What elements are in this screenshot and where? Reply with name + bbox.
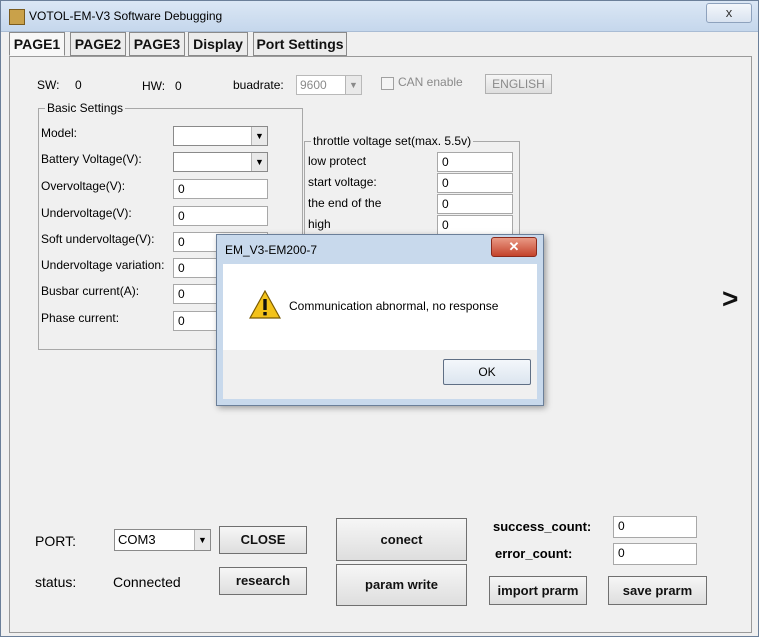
ok-button[interactable]: OK (443, 359, 531, 385)
battery-voltage-select[interactable]: ▼ (173, 152, 268, 172)
next-page-arrow[interactable]: > (722, 283, 738, 315)
high-field[interactable]: 0 (437, 215, 513, 235)
overvoltage-value: 0 (178, 182, 185, 196)
error-dialog: EM_V3-EM200-7 ✕ Communication abnormal, … (216, 234, 544, 406)
success-count-value: 0 (618, 519, 625, 533)
app-icon (9, 9, 25, 25)
status-value: Connected (113, 574, 181, 590)
tab-page2[interactable]: PAGE2 (70, 32, 126, 56)
busbar-current-label: Busbar current(A): (41, 284, 140, 298)
success-count-label: success_count: (493, 519, 592, 534)
status-label: status: (35, 574, 77, 590)
can-enable-label: CAN enable (398, 75, 463, 89)
undervoltage-label: Undervoltage(V): (41, 206, 132, 220)
dialog-title: EM_V3-EM200-7 (225, 243, 318, 257)
end-voltage-label: the end of the (308, 196, 382, 210)
port-value: COM3 (118, 532, 156, 547)
overvoltage-field[interactable]: 0 (173, 179, 268, 199)
hw-label: HW: (142, 79, 166, 93)
tab-page3[interactable]: PAGE3 (129, 32, 185, 56)
end-voltage-field[interactable]: 0 (437, 194, 513, 214)
success-count-field[interactable]: 0 (613, 516, 697, 538)
chevron-down-icon: ▼ (251, 127, 267, 145)
baudrate-select[interactable]: 9600 ▼ (296, 75, 362, 95)
low-protect-label: low protect (308, 154, 367, 168)
window-close-button[interactable]: x (706, 3, 752, 23)
tab-page1[interactable]: PAGE1 (9, 32, 65, 56)
low-protect-value: 0 (442, 155, 449, 169)
import-param-button[interactable]: import prarm (489, 576, 587, 605)
chevron-down-icon: ▼ (345, 76, 361, 94)
battery-voltage-label: Battery Voltage(V): (41, 152, 142, 166)
param-write-button[interactable]: param write (336, 564, 467, 606)
port-select[interactable]: COM3 ▼ (114, 529, 211, 551)
window-title: VOTOL-EM-V3 Software Debugging (29, 9, 223, 23)
baudrate-label: buadrate: (233, 78, 284, 92)
undervoltage-field[interactable]: 0 (173, 206, 268, 226)
model-select[interactable]: ▼ (173, 126, 268, 146)
sw-value: 0 (75, 78, 82, 92)
chevron-down-icon: ▼ (194, 530, 210, 550)
throttle-caption: throttle voltage set(max. 5.5v) (311, 134, 474, 148)
language-button[interactable]: ENGLISH (485, 74, 552, 94)
model-label: Model: (41, 126, 78, 140)
hw-value: 0 (175, 79, 182, 93)
start-voltage-label: start voltage: (308, 175, 377, 189)
baudrate-value: 9600 (300, 78, 327, 92)
dialog-message: Communication abnormal, no response (289, 299, 499, 313)
end-voltage-value: 0 (442, 197, 449, 211)
save-param-button[interactable]: save prarm (608, 576, 707, 605)
soft-undervoltage-label: Soft undervoltage(V): (41, 232, 155, 246)
undervoltage-variation-value: 0 (178, 261, 185, 275)
dialog-close-button[interactable]: ✕ (491, 237, 537, 257)
busbar-current-value: 0 (178, 287, 185, 301)
chevron-down-icon: ▼ (251, 153, 267, 171)
high-value: 0 (442, 218, 449, 232)
can-enable-checkbox[interactable] (381, 77, 394, 90)
dialog-body: Communication abnormal, no response (223, 264, 537, 350)
connect-button[interactable]: conect (336, 518, 467, 561)
tab-port-settings[interactable]: Port Settings (253, 32, 347, 56)
tab-display[interactable]: Display (188, 32, 248, 56)
warning-icon (248, 289, 282, 323)
undervoltage-variation-label: Undervoltage variation: (41, 258, 165, 272)
overvoltage-label: Overvoltage(V): (41, 179, 126, 193)
phase-current-label: Phase current: (41, 311, 120, 325)
start-voltage-value: 0 (442, 176, 449, 190)
error-count-value: 0 (618, 546, 625, 560)
start-voltage-field[interactable]: 0 (437, 173, 513, 193)
port-label: PORT: (35, 533, 76, 549)
undervoltage-value: 0 (178, 209, 185, 223)
high-label: high (308, 217, 331, 231)
research-button[interactable]: research (219, 567, 307, 595)
title-bar: VOTOL-EM-V3 Software Debugging x (1, 1, 758, 32)
error-count-label: error_count: (495, 546, 573, 561)
basic-settings-caption: Basic Settings (45, 101, 126, 115)
close-port-button[interactable]: CLOSE (219, 526, 307, 554)
soft-undervoltage-value: 0 (178, 235, 185, 249)
low-protect-field[interactable]: 0 (437, 152, 513, 172)
error-count-field[interactable]: 0 (613, 543, 697, 565)
sw-label: SW: (37, 78, 60, 92)
phase-current-value: 0 (178, 314, 185, 328)
